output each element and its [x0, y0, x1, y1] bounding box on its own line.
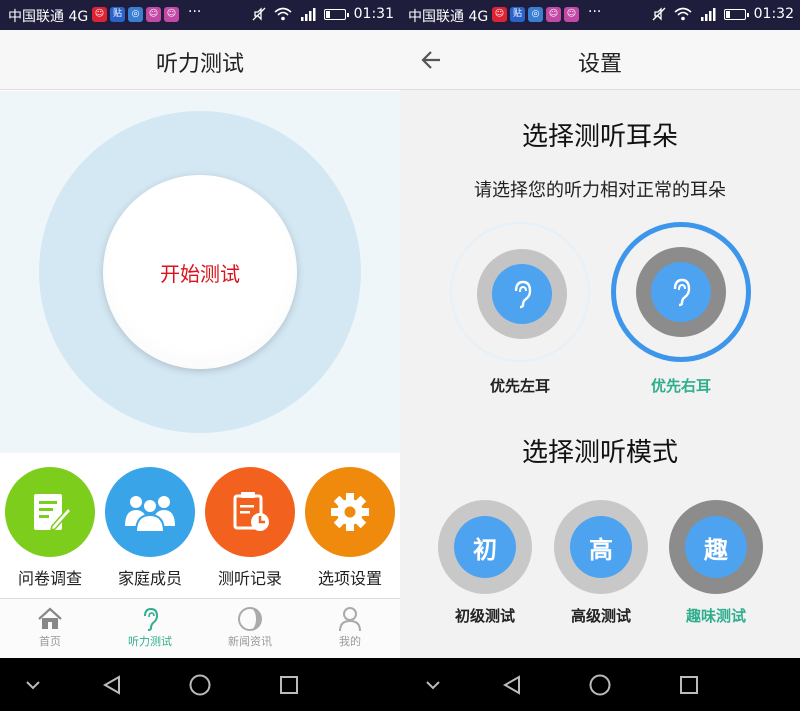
profile-icon	[300, 605, 400, 633]
fun-test-label: 趣味测试	[685, 607, 746, 625]
status-bar: 中国联通 4G ☺ 贴 ◎ ☺ ☺ ··· 01:32	[400, 0, 800, 30]
more-notifications: ···	[588, 4, 602, 20]
phone-screen-hearing-test: 中国联通 4G ☺ 贴 ◎ ☺ ☺ ··· 01:31 听力测试 开始测试 问卷…	[0, 0, 400, 711]
wifi-icon	[674, 7, 692, 21]
quick-action-label: 选项设置	[317, 569, 382, 588]
chevron-down-icon[interactable]	[420, 672, 446, 698]
recent-apps-icon[interactable]	[276, 672, 302, 698]
notification-app-icon: ☺	[546, 7, 561, 22]
family-members-icon	[105, 467, 195, 557]
ear-icon	[651, 262, 711, 322]
quick-action-label: 测听记录	[217, 569, 282, 588]
notification-icons: ☺ 贴 ◎ ☺ ☺	[492, 7, 579, 22]
mute-icon	[652, 7, 666, 21]
left-ear-option[interactable]	[450, 222, 590, 362]
clock: 01:31	[353, 6, 394, 22]
page-title: 设置	[577, 52, 622, 77]
mute-icon	[252, 7, 266, 21]
tab-hearing-test[interactable]: 听力测试	[100, 605, 200, 649]
tab-profile[interactable]: 我的	[300, 605, 400, 649]
notification-icons: ☺ 贴 ◎ ☺ ☺	[92, 7, 179, 22]
battery-icon	[723, 8, 749, 20]
quick-action-questionnaire[interactable]: 问卷调查	[5, 467, 95, 589]
mode-section-heading: 选择测听模式	[521, 438, 678, 468]
notification-app-icon: ☺	[492, 7, 507, 22]
notification-app-icon: ☺	[92, 7, 107, 22]
quick-action-label: 家庭成员	[117, 569, 182, 588]
mode-glyph: 趣	[685, 516, 747, 578]
quick-action-family[interactable]: 家庭成员	[105, 467, 195, 589]
back-triangle-icon[interactable]	[499, 672, 525, 698]
title-bar: 听力测试	[0, 30, 400, 90]
signal-icon	[700, 8, 716, 21]
notification-app-icon: ☺	[164, 7, 179, 22]
quick-actions: 问卷调查 家庭成员 测听记录 选项设置	[0, 453, 400, 598]
news-icon	[200, 605, 300, 633]
basic-test-label: 初级测试	[454, 607, 515, 625]
start-test-label: 开始测试	[160, 261, 240, 286]
more-notifications: ···	[188, 4, 202, 20]
clock: 01:32	[753, 6, 794, 22]
left-ear-label: 优先左耳	[489, 377, 550, 395]
system-nav-bar	[0, 658, 400, 711]
back-triangle-icon[interactable]	[99, 672, 125, 698]
advanced-test-option[interactable]: 高	[554, 500, 648, 594]
right-ear-option[interactable]	[611, 222, 751, 362]
quick-action-label: 问卷调查	[17, 569, 82, 588]
notification-app-icon: ◎	[528, 7, 543, 22]
notification-app-icon: 贴	[510, 7, 525, 22]
notification-app-icon: 贴	[110, 7, 125, 22]
start-test-area: 开始测试	[0, 91, 400, 453]
system-nav-bar	[400, 658, 800, 711]
tab-news[interactable]: 新闻资讯	[200, 605, 300, 649]
home-circle-icon[interactable]	[187, 672, 213, 698]
ear-icon	[100, 605, 200, 633]
mode-glyph: 初	[454, 516, 516, 578]
settings-gear-icon	[305, 467, 395, 557]
test-record-icon	[205, 467, 295, 557]
tab-label: 听力测试	[128, 635, 172, 648]
home-icon	[0, 605, 100, 633]
advanced-test-label: 高级测试	[570, 607, 631, 625]
fun-test-option[interactable]: 趣	[669, 500, 763, 594]
tab-label: 我的	[339, 635, 361, 648]
ear-section-subtitle: 请选择您的听力相对正常的耳朵	[474, 180, 726, 201]
wifi-icon	[274, 7, 292, 21]
bottom-tab-bar: 首页 听力测试 新闻资讯 我的	[0, 598, 400, 658]
chevron-down-icon[interactable]	[20, 672, 46, 698]
right-ear-label: 优先右耳	[650, 377, 711, 395]
mode-glyph: 高	[570, 516, 632, 578]
signal-icon	[300, 8, 316, 21]
carrier-label: 中国联通 4G	[8, 9, 89, 25]
tab-label: 新闻资讯	[228, 635, 272, 648]
quick-action-records[interactable]: 测听记录	[205, 467, 295, 589]
recent-apps-icon[interactable]	[676, 672, 702, 698]
ear-section-heading: 选择测听耳朵	[521, 122, 678, 152]
battery-icon	[323, 8, 349, 20]
notification-app-icon: ◎	[128, 7, 143, 22]
start-test-button[interactable]: 开始测试	[103, 175, 297, 369]
quick-action-settings[interactable]: 选项设置	[305, 467, 395, 589]
tab-home[interactable]: 首页	[0, 605, 100, 649]
questionnaire-icon	[5, 467, 95, 557]
status-bar: 中国联通 4G ☺ 贴 ◎ ☺ ☺ ··· 01:31	[0, 0, 400, 30]
basic-test-option[interactable]: 初	[438, 500, 532, 594]
title-bar: 设置	[400, 30, 800, 90]
notification-app-icon: ☺	[146, 7, 161, 22]
notification-app-icon: ☺	[564, 7, 579, 22]
page-title: 听力测试	[155, 52, 244, 77]
tab-label: 首页	[39, 635, 61, 648]
carrier-label: 中国联通 4G	[408, 9, 489, 25]
home-circle-icon[interactable]	[587, 672, 613, 698]
ear-icon	[492, 264, 552, 324]
phone-screen-settings: 中国联通 4G ☺ 贴 ◎ ☺ ☺ ··· 01:32 设置 选择测听耳朵 请选…	[400, 0, 800, 711]
